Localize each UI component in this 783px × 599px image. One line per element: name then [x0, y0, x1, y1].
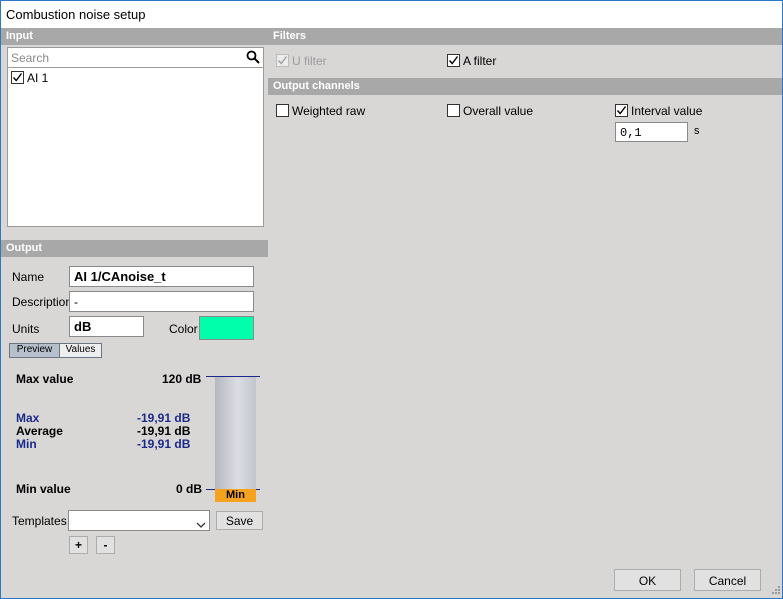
tab-preview[interactable]: Preview	[9, 343, 60, 358]
filters-section-header: Filters	[268, 28, 782, 45]
search-box[interactable]: Search	[8, 48, 263, 68]
output-channels-section-header: Output channels	[268, 78, 782, 95]
color-swatch[interactable]	[199, 316, 254, 340]
input-channel-list: Search AI 1	[7, 47, 264, 227]
stat-average-value: -19,91 dB	[137, 424, 191, 438]
combustion-noise-dialog: Combustion noise setup Input Search AI 1…	[0, 0, 783, 599]
weighted-raw-label: Weighted raw	[292, 104, 366, 118]
level-bar	[215, 377, 256, 489]
a-filter-label: A filter	[463, 54, 497, 68]
name-label: Name	[12, 270, 45, 284]
weighted-raw-checkbox[interactable]	[276, 104, 289, 117]
overall-value-checkbox[interactable]	[447, 104, 460, 117]
units-label: Units	[12, 322, 40, 336]
ok-button[interactable]: OK	[614, 569, 681, 591]
search-input[interactable]: Search	[11, 51, 49, 65]
channel-ai1-checkbox[interactable]	[11, 71, 24, 84]
search-icon[interactable]	[246, 50, 260, 67]
remove-template-button[interactable]: -	[96, 536, 115, 554]
stat-min-label: Min	[16, 437, 37, 451]
stat-average-label: Average	[16, 424, 63, 438]
chevron-down-icon[interactable]	[196, 517, 206, 530]
description-label: Description	[12, 295, 73, 309]
max-value: 120 dB	[162, 372, 202, 386]
max-value-label: Max value	[16, 372, 74, 386]
input-section-header: Input	[1, 28, 268, 45]
templates-select[interactable]	[68, 510, 210, 531]
interval-input[interactable]: 0,1	[615, 122, 688, 142]
cancel-button[interactable]: Cancel	[694, 569, 761, 591]
templates-label: Templates	[12, 514, 67, 528]
min-value-label: Min value	[16, 482, 71, 496]
u-filter-checkbox[interactable]	[276, 54, 289, 67]
stat-max-label: Max	[16, 411, 40, 425]
window-title: Combustion noise setup	[1, 1, 782, 28]
interval-unit: s	[694, 125, 700, 137]
color-label: Color	[169, 322, 198, 336]
resize-grip-icon[interactable]	[769, 585, 781, 599]
save-button[interactable]: Save	[216, 511, 263, 530]
overall-value-label: Overall value	[463, 104, 534, 118]
a-filter-checkbox[interactable]	[447, 54, 460, 67]
channel-ai1-label: AI 1	[27, 71, 49, 85]
interval-value-label: Interval value	[631, 104, 703, 118]
add-template-button[interactable]: +	[69, 536, 88, 554]
stat-max-value: -19,91 dB	[137, 411, 191, 425]
output-section-header: Output	[1, 240, 268, 257]
min-value: 0 dB	[176, 482, 203, 496]
units-field[interactable]: dB	[69, 316, 144, 337]
level-bar-fill: Min	[215, 489, 256, 502]
tab-values[interactable]: Values	[59, 343, 102, 358]
description-field[interactable]: -	[69, 291, 254, 312]
stat-min-value: -19,91 dB	[137, 437, 191, 451]
interval-value-checkbox[interactable]	[615, 104, 628, 117]
name-field[interactable]: AI 1/CAnoise_t	[69, 266, 254, 287]
u-filter-label: U filter	[292, 54, 327, 68]
